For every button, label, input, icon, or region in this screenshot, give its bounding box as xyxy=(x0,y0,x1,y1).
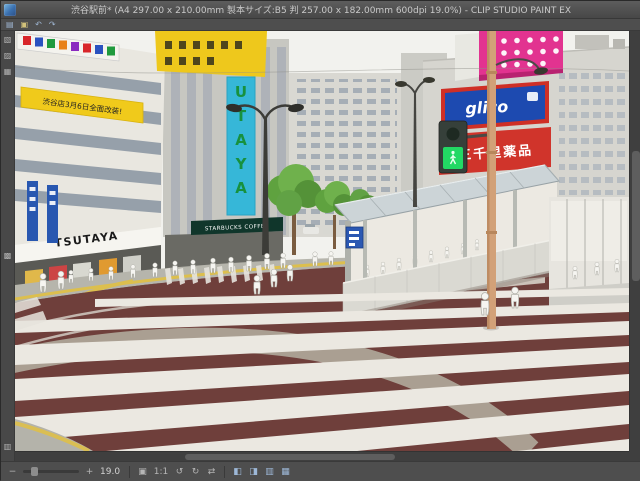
title-bar[interactable]: 渋谷駅前* (A4 297.00 x 210.00mm 製本サイズ:B5 判 2… xyxy=(1,1,640,19)
app-icon xyxy=(4,4,16,16)
horizontal-scrollbar-thumb[interactable] xyxy=(185,454,395,460)
zoom-tool-icon[interactable]: ▨ xyxy=(4,51,12,60)
zoom-in-icon[interactable]: + xyxy=(84,467,95,477)
svg-text:U: U xyxy=(235,83,247,101)
page-manager-icon[interactable]: ▤ xyxy=(6,20,14,30)
hand-tool-icon[interactable]: ▦ xyxy=(4,67,12,76)
settings-tool-icon[interactable]: ▥ xyxy=(4,442,12,451)
document-canvas[interactable]: glico 三千里薬品 渋谷店3月6日全面改装! xyxy=(15,31,629,451)
shibuya-scene: glico 三千里薬品 渋谷店3月6日全面改装! xyxy=(15,31,629,451)
flip-horizontal-icon[interactable]: ⇄ xyxy=(206,467,217,477)
nav-window-icon-3[interactable]: ▥ xyxy=(264,467,275,477)
actual-size-icon[interactable]: 1:1 xyxy=(153,467,169,477)
nav-window-icon-2[interactable]: ◨ xyxy=(248,467,259,477)
zoom-out-icon[interactable]: − xyxy=(7,467,18,477)
vertical-scrollbar-thumb[interactable] xyxy=(632,151,640,281)
glico-sign-text: glico xyxy=(465,97,509,118)
nav-window-icon-4[interactable]: ▦ xyxy=(280,467,291,477)
svg-text:Y: Y xyxy=(235,155,248,173)
svg-text:A: A xyxy=(235,131,247,149)
svg-text:A: A xyxy=(235,179,247,197)
scrollbar-corner xyxy=(629,451,640,461)
command-bar: ▤ ▣ ↶ ↷ xyxy=(1,19,640,31)
left-toolbar: ▧ ▨ ▦ ▩ ▥ xyxy=(1,31,15,461)
vertical-scrollbar[interactable] xyxy=(629,31,640,451)
app-window: 渋谷駅前* (A4 297.00 x 210.00mm 製本サイズ:B5 判 2… xyxy=(0,0,640,480)
separator xyxy=(224,466,225,478)
signal-stop-lens xyxy=(447,128,460,141)
horizontal-scrollbar[interactable] xyxy=(15,451,629,461)
save-icon[interactable]: ▣ xyxy=(21,20,29,30)
redo-icon[interactable]: ↷ xyxy=(49,20,56,30)
zoom-slider[interactable] xyxy=(23,470,79,473)
zoom-value: 19.0 xyxy=(100,467,122,477)
select-tool-icon[interactable]: ▧ xyxy=(4,35,12,44)
exit-sign xyxy=(346,227,363,248)
tsutaya-vertical-letters: U T A Y A xyxy=(235,83,248,197)
material-tool-icon[interactable]: ▩ xyxy=(4,251,12,260)
undo-icon[interactable]: ↶ xyxy=(35,20,42,30)
rotate-right-icon[interactable]: ↻ xyxy=(190,467,201,477)
zoom-slider-thumb[interactable] xyxy=(31,467,38,476)
rotate-left-icon[interactable]: ↺ xyxy=(174,467,185,477)
status-bar: − + 19.0 ▣ 1:1 ↺ ↻ ⇄ ◧ ◨ ▥ ▦ xyxy=(1,461,640,481)
fit-to-screen-icon[interactable]: ▣ xyxy=(137,467,148,477)
window-title: 渋谷駅前* (A4 297.00 x 210.00mm 製本サイズ:B5 判 2… xyxy=(71,3,571,16)
separator xyxy=(129,466,130,478)
nav-window-icon-1[interactable]: ◧ xyxy=(232,467,243,477)
